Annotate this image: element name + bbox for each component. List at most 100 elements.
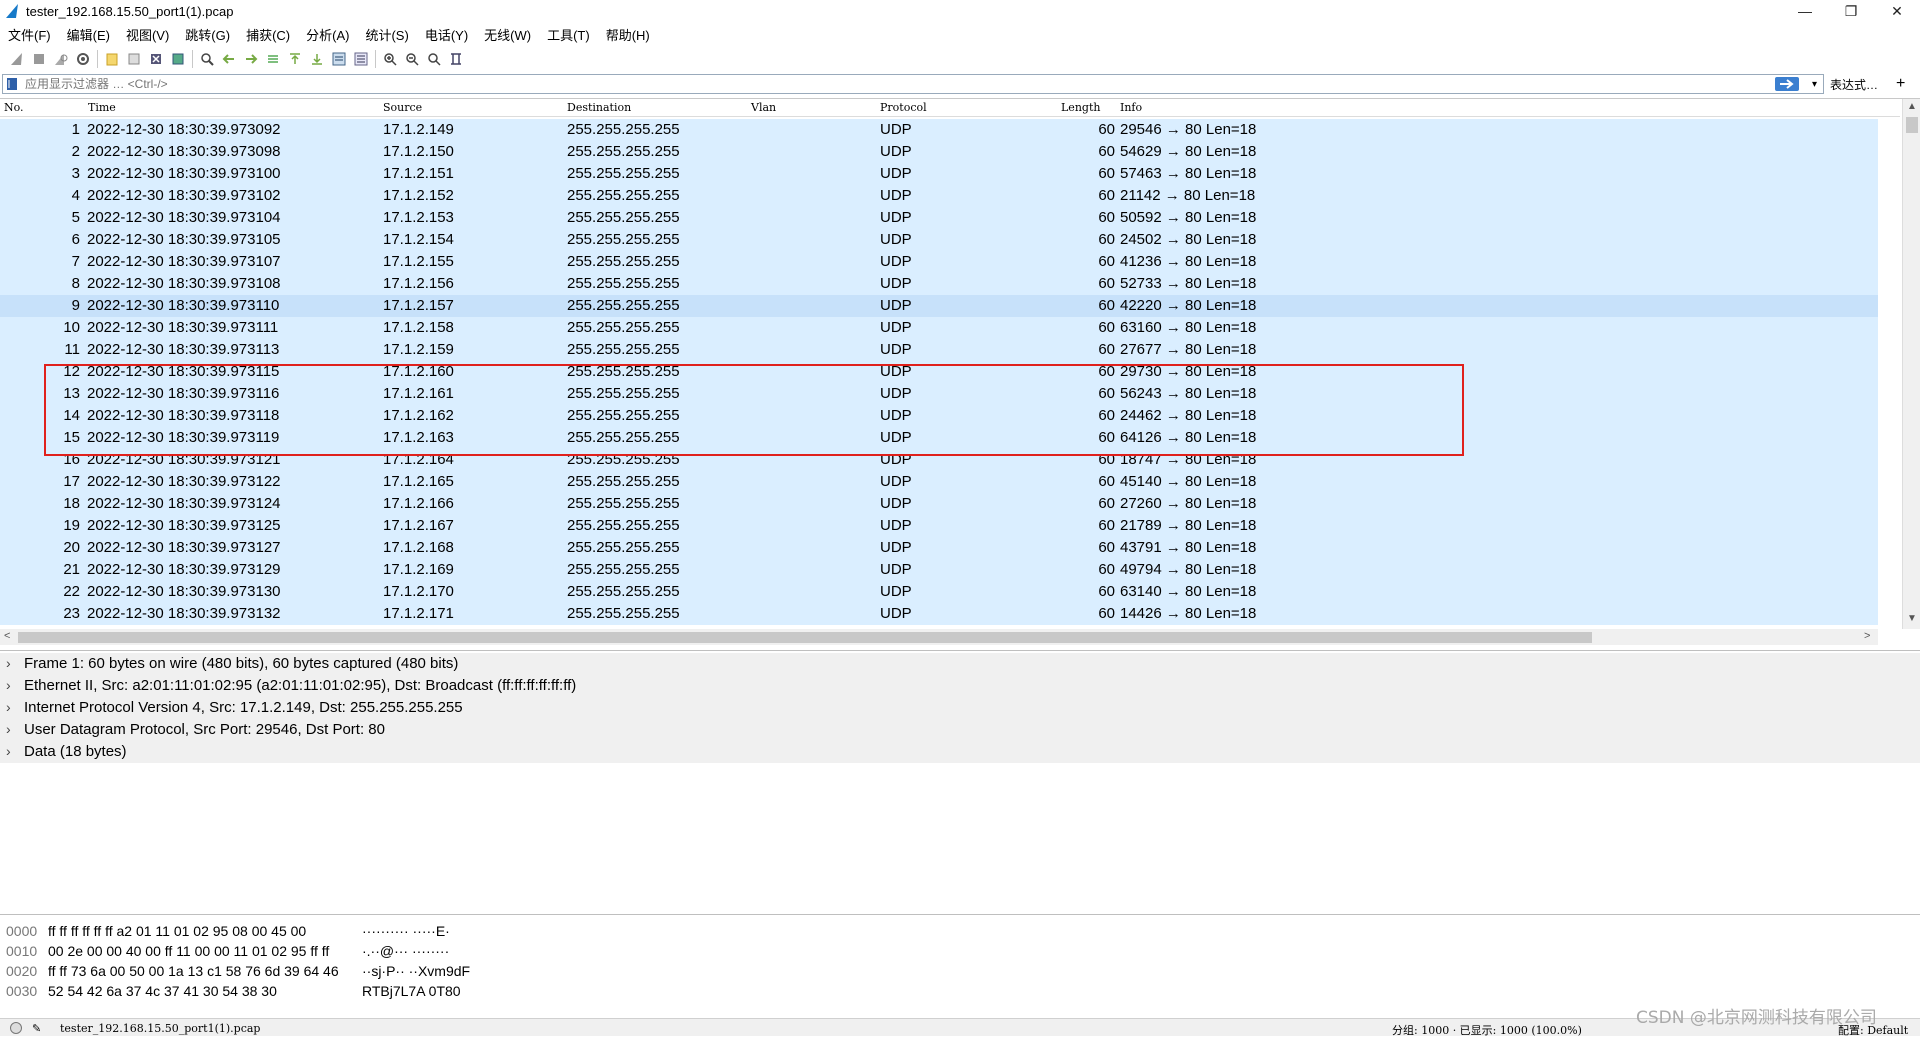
column-header-time[interactable]: Time: [88, 101, 116, 114]
packet-row[interactable]: 8 2022-12-30 18:30:39.973108 17.1.2.156 255…: [0, 273, 1878, 295]
column-header-length[interactable]: Length: [1061, 101, 1100, 114]
packet-row[interactable]: 14 2022-12-30 18:30:39.973118 17.1.2.162 25…: [0, 405, 1878, 427]
packet-row[interactable]: 4 2022-12-30 18:30:39.973102 17.1.2.152 255…: [0, 185, 1878, 207]
chevron-right-icon[interactable]: ›: [6, 721, 11, 737]
vertical-scrollbar[interactable]: ▲ ▼: [1902, 99, 1920, 629]
menu-telephony[interactable]: 电话(Y): [425, 25, 468, 44]
detail-row-frame[interactable]: › Frame 1: 60 bytes on wire (480 bits), 6…: [0, 653, 1920, 675]
packet-row[interactable]: 7 2022-12-30 18:30:39.973107 17.1.2.155 255…: [0, 251, 1878, 273]
menu-analyze[interactable]: 分析(A): [306, 25, 349, 44]
bookmark-icon[interactable]: [5, 77, 19, 91]
stop-capture-icon[interactable]: [28, 48, 50, 70]
menu-go[interactable]: 跳转(G): [185, 25, 230, 44]
scroll-down-icon[interactable]: ▼: [1907, 613, 1917, 624]
display-filter-field[interactable]: ▾: [2, 74, 1824, 94]
menu-capture[interactable]: 捕获(C): [246, 25, 290, 44]
cell-protocol: UDP: [880, 297, 912, 314]
packet-row[interactable]: 17 2022-12-30 18:30:39.973122 17.1.2.165 25…: [0, 471, 1878, 493]
first-packet-icon[interactable]: [284, 48, 306, 70]
chevron-down-icon[interactable]: ▾: [1812, 79, 1817, 90]
colorize-icon[interactable]: [350, 48, 372, 70]
apply-filter-button[interactable]: [1775, 77, 1799, 91]
menu-wireless[interactable]: 无线(W): [484, 25, 531, 44]
cell-no: 1: [71, 121, 80, 138]
packet-row[interactable]: 13 2022-12-30 18:30:39.973116 17.1.2.161 25…: [0, 383, 1878, 405]
minimize-button[interactable]: —: [1782, 0, 1828, 22]
packet-row[interactable]: 23 2022-12-30 18:30:39.973132 17.1.2.171 25…: [0, 603, 1878, 625]
packet-row[interactable]: 22 2022-12-30 18:30:39.973130 17.1.2.170 25…: [0, 581, 1878, 603]
scroll-up-icon[interactable]: ▲: [1907, 101, 1917, 112]
packet-row[interactable]: 6 2022-12-30 18:30:39.973105 17.1.2.154 255…: [0, 229, 1878, 251]
cell-no: 10: [63, 319, 80, 336]
packet-row[interactable]: 20 2022-12-30 18:30:39.973127 17.1.2.168 25…: [0, 537, 1878, 559]
packet-row[interactable]: 21 2022-12-30 18:30:39.973129 17.1.2.169 25…: [0, 559, 1878, 581]
scroll-right-icon[interactable]: >: [1864, 630, 1870, 642]
column-header-protocol[interactable]: Protocol: [880, 101, 927, 114]
reload-file-icon[interactable]: [167, 48, 189, 70]
capture-options-icon[interactable]: [72, 48, 94, 70]
packet-row[interactable]: 18 2022-12-30 18:30:39.973124 17.1.2.166 25…: [0, 493, 1878, 515]
add-filter-button[interactable]: +: [1896, 75, 1905, 93]
column-header-destination[interactable]: Destination: [567, 101, 631, 114]
detail-row-udp[interactable]: › User Datagram Protocol, Src Port: 29546…: [0, 719, 1920, 741]
byte-offset: 0020: [6, 963, 38, 979]
menu-help[interactable]: 帮助(H): [606, 25, 650, 44]
save-file-icon[interactable]: [123, 48, 145, 70]
column-header-source[interactable]: Source: [383, 101, 422, 114]
menu-file[interactable]: 文件(F): [8, 25, 51, 44]
packet-row[interactable]: 16 2022-12-30 18:30:39.973121 17.1.2.164 25…: [0, 449, 1878, 471]
go-to-packet-icon[interactable]: [262, 48, 284, 70]
menu-statistics[interactable]: 统计(S): [365, 25, 408, 44]
close-file-icon[interactable]: [145, 48, 167, 70]
packet-row[interactable]: 12 2022-12-30 18:30:39.973115 17.1.2.160 25…: [0, 361, 1878, 383]
scroll-left-icon[interactable]: <: [4, 630, 10, 642]
packet-row[interactable]: 1 2022-12-30 18:30:39.973092 17.1.2.149 255…: [0, 119, 1878, 141]
find-packet-icon[interactable]: [196, 48, 218, 70]
maximize-button[interactable]: ❐: [1828, 0, 1874, 22]
column-header-info[interactable]: Info: [1120, 101, 1142, 114]
horizontal-scrollbar[interactable]: < >: [0, 629, 1878, 645]
packet-row[interactable]: 5 2022-12-30 18:30:39.973104 17.1.2.153 255…: [0, 207, 1878, 229]
packet-row[interactable]: 9 2022-12-30 18:30:39.973110 17.1.2.157 255…: [0, 295, 1878, 317]
packet-row[interactable]: 15 2022-12-30 18:30:39.973119 17.1.2.163 25…: [0, 427, 1878, 449]
packet-row[interactable]: 2 2022-12-30 18:30:39.973098 17.1.2.150 255…: [0, 141, 1878, 163]
cell-time: 2022-12-30 18:30:39.973132: [87, 605, 281, 622]
start-capture-icon[interactable]: [6, 48, 28, 70]
chevron-right-icon[interactable]: ›: [6, 743, 11, 759]
chevron-right-icon[interactable]: ›: [6, 655, 11, 671]
edit-comment-icon[interactable]: ✎: [32, 1022, 41, 1035]
scrollbar-thumb[interactable]: [1906, 117, 1918, 133]
go-back-icon[interactable]: [218, 48, 240, 70]
last-packet-icon[interactable]: [306, 48, 328, 70]
resize-columns-icon[interactable]: [445, 48, 467, 70]
menu-tools[interactable]: 工具(T): [547, 25, 590, 44]
column-header-no[interactable]: No.: [4, 101, 24, 114]
packet-row[interactable]: 3 2022-12-30 18:30:39.973100 17.1.2.151 255…: [0, 163, 1878, 185]
menu-view[interactable]: 视图(V): [126, 25, 169, 44]
expert-info-icon[interactable]: [10, 1022, 22, 1034]
detail-row-data[interactable]: › Data (18 bytes): [0, 741, 1920, 763]
go-forward-icon[interactable]: [240, 48, 262, 70]
close-button[interactable]: ✕: [1874, 0, 1920, 22]
auto-scroll-icon[interactable]: [328, 48, 350, 70]
chevron-right-icon[interactable]: ›: [6, 699, 11, 715]
detail-row-ethernet[interactable]: › Ethernet II, Src: a2:01:11:01:02:95 (a2…: [0, 675, 1920, 697]
scrollbar-thumb[interactable]: [18, 632, 1592, 643]
cell-time: 2022-12-30 18:30:39.973092: [87, 121, 281, 138]
packet-row[interactable]: 10 2022-12-30 18:30:39.973111 17.1.2.158 25…: [0, 317, 1878, 339]
zoom-out-icon[interactable]: [401, 48, 423, 70]
detail-row-ipv4[interactable]: › Internet Protocol Version 4, Src: 17.1.…: [0, 697, 1920, 719]
menu-edit[interactable]: 编辑(E): [67, 25, 110, 44]
restart-capture-icon[interactable]: [50, 48, 72, 70]
expression-button[interactable]: 表达式…: [1830, 76, 1878, 93]
open-file-icon[interactable]: [101, 48, 123, 70]
column-header-vlan[interactable]: Vlan: [751, 101, 776, 114]
display-filter-input[interactable]: [25, 77, 1775, 91]
chevron-right-icon[interactable]: ›: [6, 677, 11, 693]
byte-hex: 52 54 42 6a 37 4c 37 41 30 54 38 30: [48, 983, 277, 999]
zoom-in-icon[interactable]: [379, 48, 401, 70]
normal-size-icon[interactable]: [423, 48, 445, 70]
cell-length: 60: [1098, 385, 1115, 402]
packet-row[interactable]: 11 2022-12-30 18:30:39.973113 17.1.2.159 25…: [0, 339, 1878, 361]
packet-row[interactable]: 19 2022-12-30 18:30:39.973125 17.1.2.167 25…: [0, 515, 1878, 537]
